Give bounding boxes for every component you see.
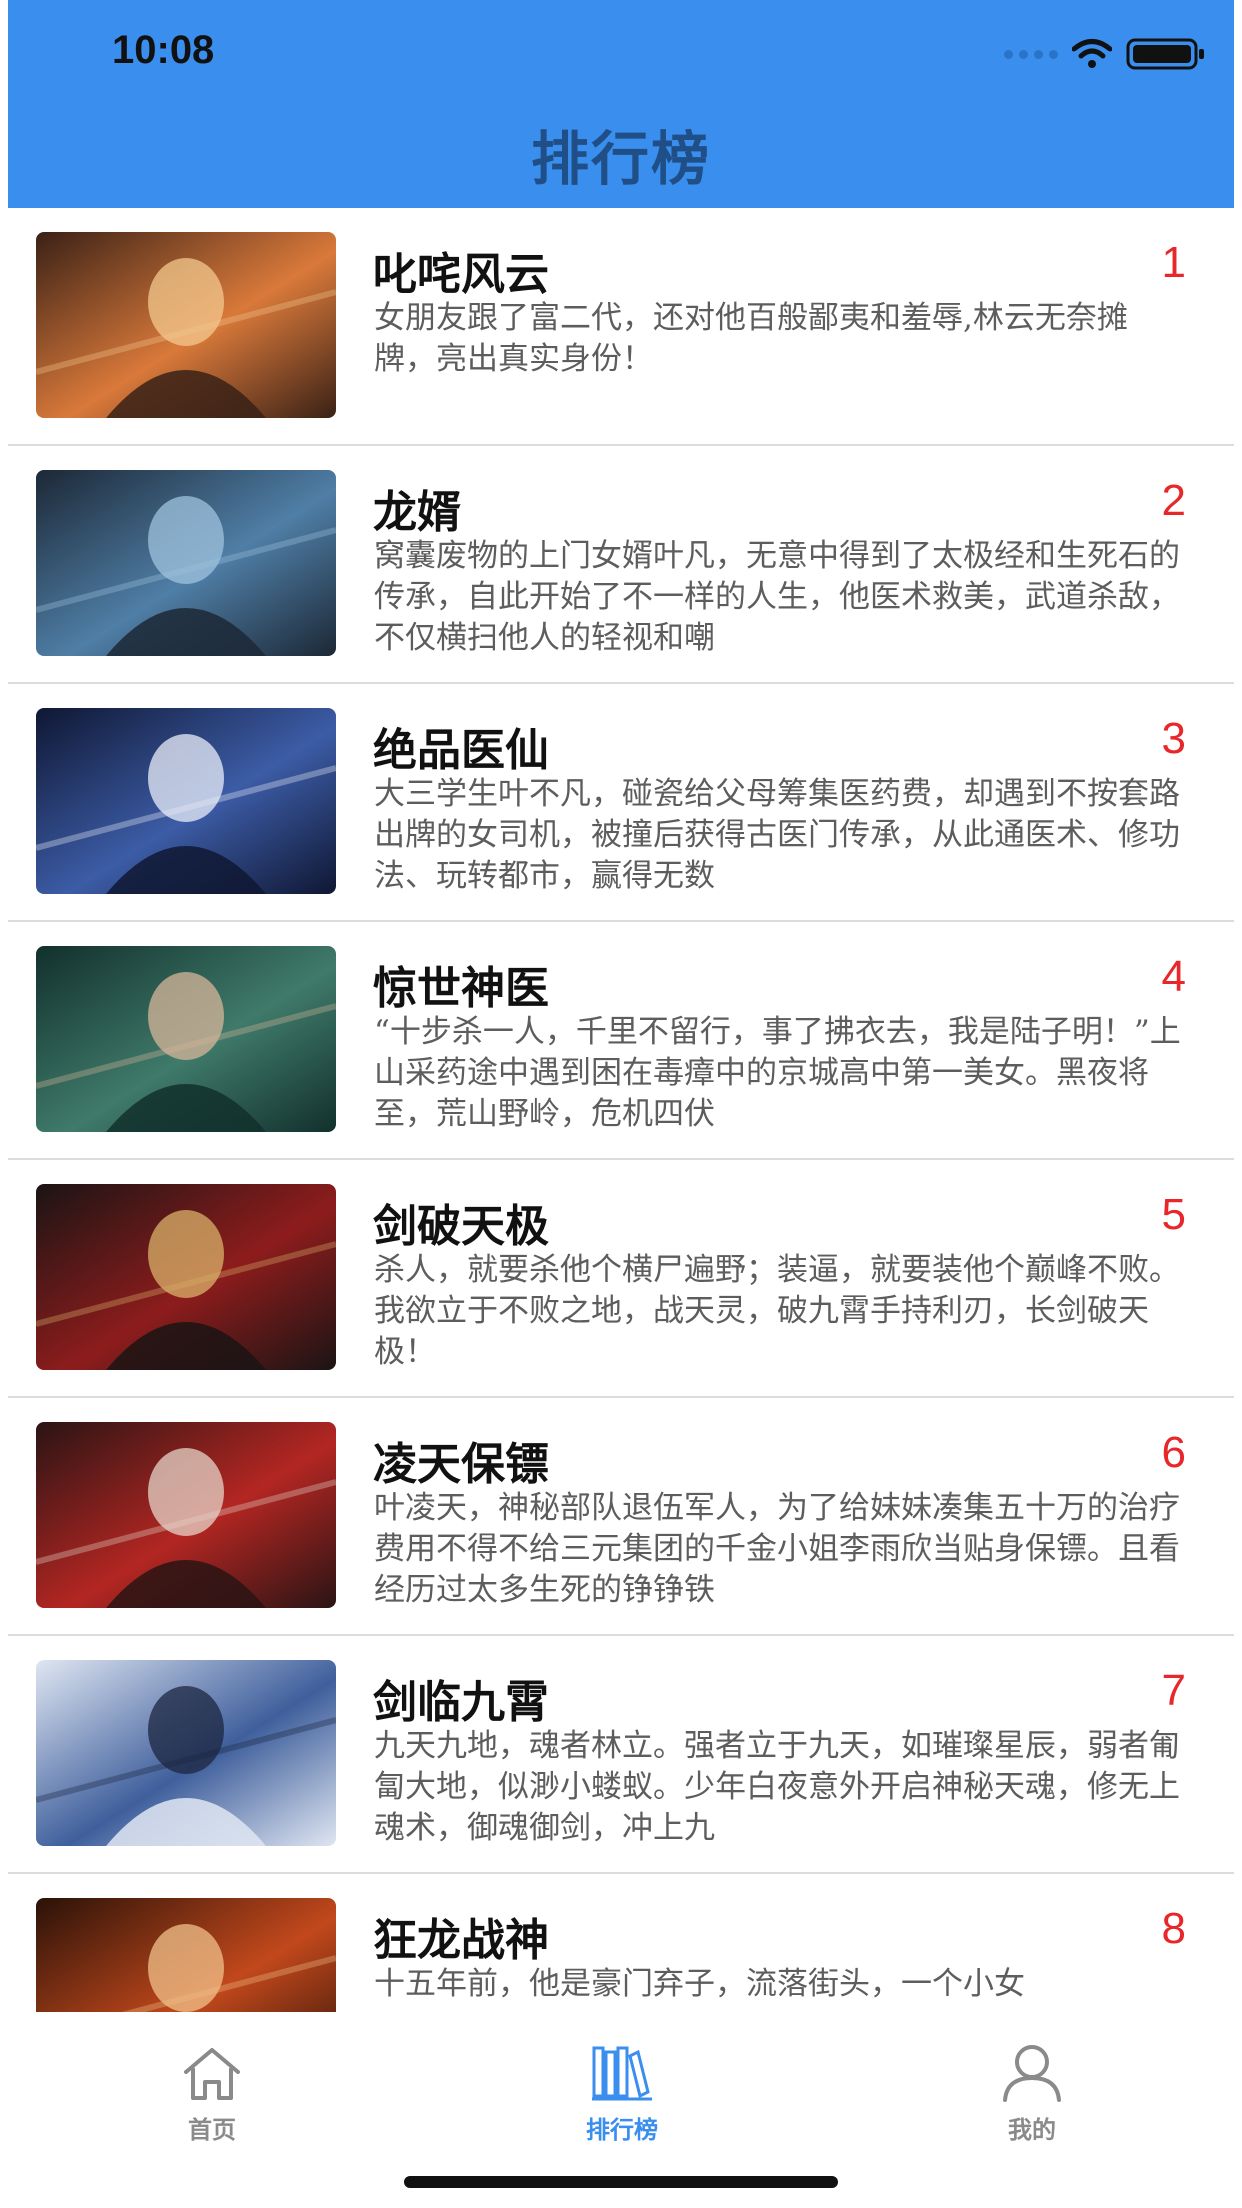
book-title: 狂龙战神 xyxy=(373,1915,549,1966)
book-list-item[interactable]: 狂龙战神 8 十五年前，他是豪门弃子，流落街头，一个小女 xyxy=(8,1874,1234,2012)
rank-number: 5 xyxy=(1161,1190,1186,1239)
book-cover-image[interactable] xyxy=(36,1422,336,1608)
tab-ranking[interactable]: 排行榜 xyxy=(532,2040,712,2145)
book-cover-image[interactable] xyxy=(36,1898,336,2012)
tab-mine-label: 我的 xyxy=(1008,2116,1056,2144)
book-title: 绝品医仙 xyxy=(373,725,549,776)
status-time: 10:08 xyxy=(112,28,215,72)
book-title: 龙婿 xyxy=(373,487,461,538)
tab-home-label: 首页 xyxy=(188,2116,236,2144)
book-list-item[interactable]: 凌天保镖 6 叶凌天，神秘部队退伍军人，为了给妹妹凑集五十万的治疗费用不得不给三元集… xyxy=(8,1398,1234,1636)
battery-icon xyxy=(1126,38,1204,70)
book-title: 剑破天极 xyxy=(373,1201,549,1252)
book-description: 九天九地，魂者林立。强者立于九天，如璀璨星辰，弱者匍匐大地，似渺小蝼蚁。少年白夜… xyxy=(374,1728,1180,1846)
wifi-icon xyxy=(1072,39,1112,68)
book-list-item[interactable]: 叱咤风云 1 女朋友跟了富二代，还对他百般鄙夷和羞辱,林云无奈摊牌，亮出真实身份！ xyxy=(8,208,1234,446)
tab-home[interactable]: 首页 xyxy=(122,2040,302,2145)
page-title: 排行榜 xyxy=(530,125,711,193)
book-description: 窝囊废物的上门女婿叶凡，无意中得到了太极经和生死石的传承，自此开始了不一样的人生… xyxy=(374,538,1180,656)
book-description: 杀人，就要杀他个横尸遍野；装逼，就要装他个巅峰不败。我欲立于不败之地，战天灵，破… xyxy=(374,1252,1180,1370)
ranking-list[interactable]: 叱咤风云 1 女朋友跟了富二代，还对他百般鄙夷和羞辱,林云无奈摊牌，亮出真实身份！ 龙… xyxy=(0,208,1242,2012)
book-cover-image[interactable] xyxy=(36,946,336,1132)
book-list-item[interactable]: 惊世神医 4 “十步杀一人，千里不留行，事了拂衣去，我是陆子明！”上山采药途中遇到困… xyxy=(8,922,1234,1160)
bookshelf-icon xyxy=(592,2046,652,2101)
book-list-item[interactable]: 剑临九霄 7 九天九地，魂者林立。强者立于九天，如璀璨星辰，弱者匍匐大地，似渺小蝼蚁… xyxy=(8,1636,1234,1874)
book-cover-image[interactable] xyxy=(36,232,336,418)
book-list-item[interactable]: 龙婿 2 窝囊废物的上门女婿叶凡，无意中得到了太极经和生死石的传承，自此开始了不一样… xyxy=(8,446,1234,684)
tab-ranking-label: 排行榜 xyxy=(586,2117,658,2144)
book-description: 叶凌天，神秘部队退伍军人，为了给妹妹凑集五十万的治疗费用不得不给三元集团的千金小… xyxy=(374,1490,1180,1608)
rank-number: 4 xyxy=(1161,952,1186,1001)
book-description: 十五年前，他是豪门弃子，流落街头，一个小女 xyxy=(374,1966,1025,2002)
book-cover-image[interactable] xyxy=(36,470,336,656)
rank-number: 7 xyxy=(1161,1666,1186,1715)
book-list-item[interactable]: 剑破天极 5 杀人，就要杀他个横尸遍野；装逼，就要装他个巅峰不败。我欲立于不败之地，… xyxy=(8,1160,1234,1398)
home-indicator xyxy=(404,2176,838,2188)
user-icon xyxy=(1003,2045,1061,2102)
book-list-item[interactable]: 绝品医仙 3 大三学生叶不凡，碰瓷给父母筹集医药费，却遇到不按套路出牌的女司机，被撞… xyxy=(8,684,1234,922)
book-description: 女朋友跟了富二代，还对他百般鄙夷和羞辱,林云无奈摊牌，亮出真实身份！ xyxy=(374,300,1128,377)
rank-number: 3 xyxy=(1161,714,1186,763)
rank-number: 1 xyxy=(1161,238,1186,287)
book-title: 剑临九霄 xyxy=(373,1677,549,1728)
book-cover-image[interactable] xyxy=(36,1660,336,1846)
top-header: 10:08 排行榜 xyxy=(8,0,1234,208)
book-title: 凌天保镖 xyxy=(373,1439,549,1490)
book-description: 大三学生叶不凡，碰瓷给父母筹集医药费，却遇到不按套路出牌的女司机，被撞后获得古医… xyxy=(374,776,1180,894)
rank-number: 2 xyxy=(1161,476,1186,525)
book-cover-image[interactable] xyxy=(36,1184,336,1370)
book-title: 惊世神医 xyxy=(373,963,549,1014)
rank-number: 6 xyxy=(1161,1428,1186,1477)
book-description: “十步杀一人，千里不留行，事了拂衣去，我是陆子明！”上山采药途中遇到困在毒瘴中的… xyxy=(374,1014,1181,1132)
book-title: 叱咤风云 xyxy=(373,249,549,300)
tab-mine[interactable]: 我的 xyxy=(942,2040,1122,2145)
home-icon xyxy=(184,2048,240,2100)
cellular-signal-icon xyxy=(1004,49,1058,59)
status-icons xyxy=(1004,34,1206,74)
rank-number: 8 xyxy=(1161,1904,1186,1953)
book-cover-image[interactable] xyxy=(36,708,336,894)
